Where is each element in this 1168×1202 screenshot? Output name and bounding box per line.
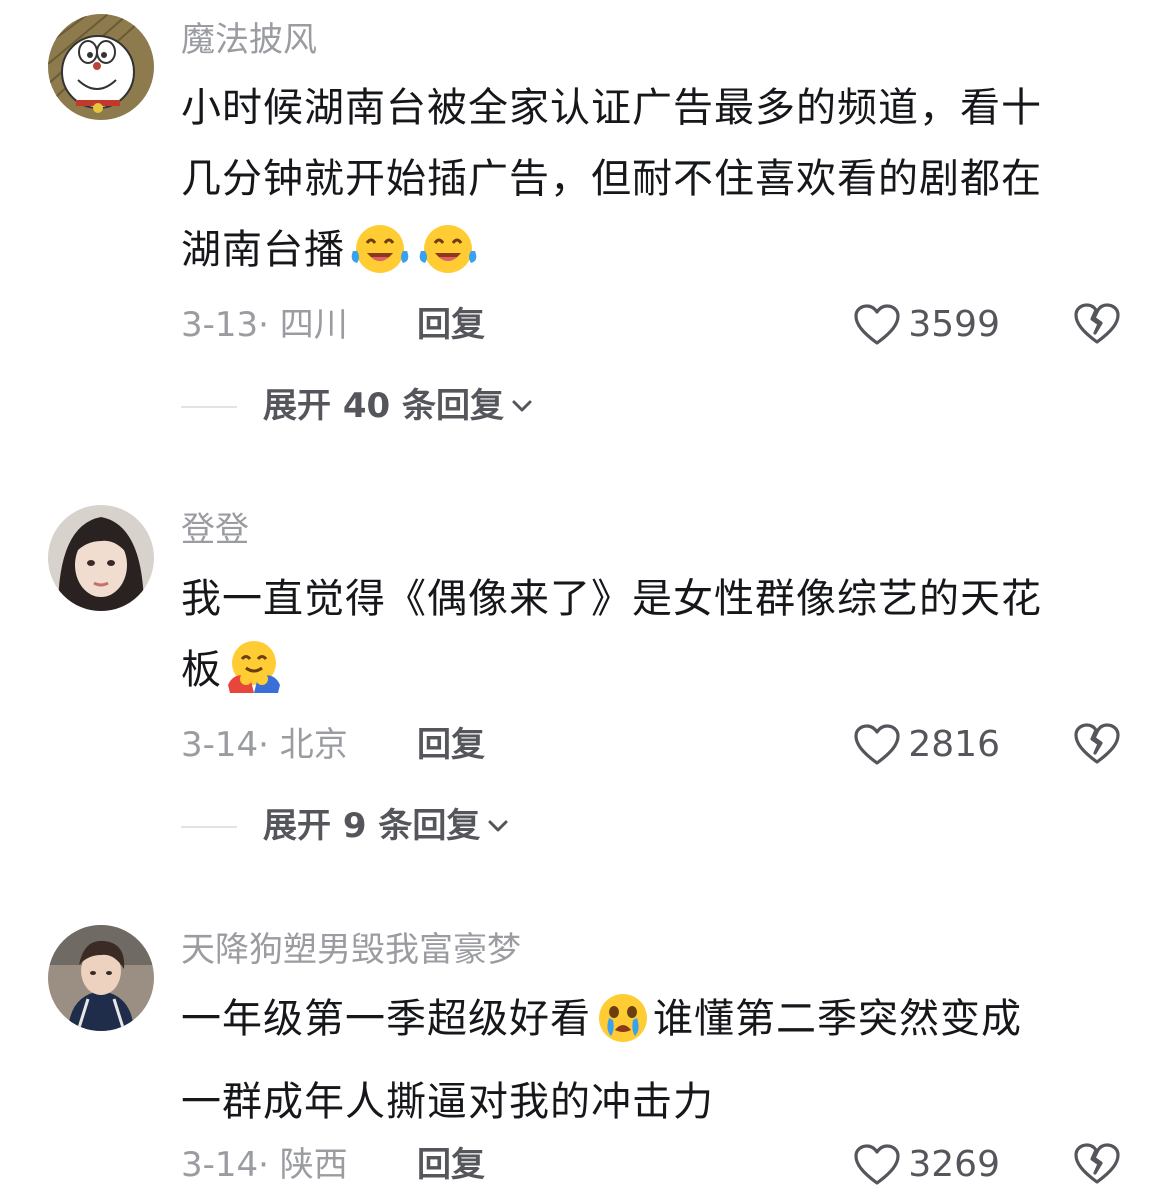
girl-photo-avatar-icon [48, 505, 154, 611]
hugging-face-emoji-icon [224, 637, 284, 718]
username[interactable]: 魔法披风 [181, 20, 317, 60]
comment-line-text: 板 [181, 647, 222, 693]
like-button[interactable]: 3269 [854, 1140, 1000, 1190]
comment-line-text: 谁懂第二季突然变成 [653, 996, 1022, 1042]
avatar[interactable] [48, 505, 154, 611]
dislike-button[interactable] [1074, 302, 1120, 360]
like-button[interactable]: 3599 [854, 300, 1000, 350]
laughing-tears-emoji-icon [415, 221, 481, 298]
broken-heart-icon [1074, 1143, 1120, 1184]
laughing-tears-emoji-icon [347, 221, 413, 298]
username[interactable]: 登登 [181, 510, 249, 550]
date-location: 3-13· 四川 [181, 305, 348, 345]
divider [181, 826, 237, 828]
comment-meta: 3-14· 北京 回复 2816 [181, 720, 1120, 770]
comment-line: 几分钟就开始插广告，但耐不住喜欢看的剧都在 [181, 156, 1042, 202]
date-location: 3-14· 陕西 [181, 1145, 348, 1185]
username[interactable]: 天降狗塑男毁我富豪梦 [181, 930, 521, 970]
chevron-down-icon [488, 820, 508, 832]
expand-replies-label: 展开 9 条回复 [263, 806, 481, 846]
avatar[interactable] [48, 925, 154, 1031]
reply-button[interactable]: 回复 [417, 720, 485, 770]
doraemon-avatar-icon [48, 14, 154, 120]
comment-meta: 3-13· 四川 回复 3599 [181, 300, 1120, 350]
comment-meta: 3-14· 陕西 回复 3269 [181, 1140, 1120, 1190]
comment-text: 一年级第一季超级好看 谁懂第二季突然变成 一群成年人撕逼对我的冲击力 [181, 984, 1121, 1138]
crying-face-emoji-icon [593, 990, 653, 1067]
divider [181, 406, 237, 408]
reply-button[interactable]: 回复 [417, 1140, 485, 1190]
like-count: 2816 [908, 724, 1000, 765]
expand-replies-button[interactable]: 展开 9 条回复 [263, 804, 510, 848]
chevron-down-icon [512, 400, 532, 412]
broken-heart-icon [1074, 303, 1120, 344]
boy-photo-avatar-icon [48, 925, 154, 1031]
comment-text: 小时候湖南台被全家认证广告最多的频道，看十 几分钟就开始插广告，但耐不住喜欢看的… [181, 73, 1121, 298]
heart-outline-icon [854, 1144, 900, 1185]
like-count: 3599 [908, 304, 1000, 345]
comment-line-text: 湖南台播 [181, 227, 345, 273]
comment-line-text: 一年级第一季超级好看 [181, 996, 591, 1042]
comment-line: 一年级第一季超级好看 谁懂第二季突然变成 [181, 984, 1121, 1067]
expand-replies-label: 展开 40 条回复 [263, 386, 504, 426]
heart-outline-icon [854, 304, 900, 345]
comment-line: 一群成年人撕逼对我的冲击力 [181, 1079, 714, 1125]
dislike-button[interactable] [1074, 722, 1120, 780]
avatar[interactable] [48, 14, 154, 120]
broken-heart-icon [1074, 723, 1120, 764]
comment-text: 我一直觉得《偶像来了》是女性群像综艺的天花 板 [181, 564, 1121, 718]
heart-outline-icon [854, 724, 900, 765]
like-count: 3269 [908, 1144, 1000, 1185]
comment-line: 我一直觉得《偶像来了》是女性群像综艺的天花 [181, 576, 1042, 622]
comment-line: 板 [181, 635, 1121, 718]
expand-replies-button[interactable]: 展开 40 条回复 [263, 384, 534, 428]
date-location: 3-14· 北京 [181, 725, 348, 765]
like-button[interactable]: 2816 [854, 720, 1000, 770]
dislike-button[interactable] [1074, 1142, 1120, 1200]
reply-button[interactable]: 回复 [417, 300, 485, 350]
comment-line: 湖南台播 [181, 215, 1121, 298]
comment-line: 小时候湖南台被全家认证广告最多的频道，看十 [181, 85, 1042, 131]
